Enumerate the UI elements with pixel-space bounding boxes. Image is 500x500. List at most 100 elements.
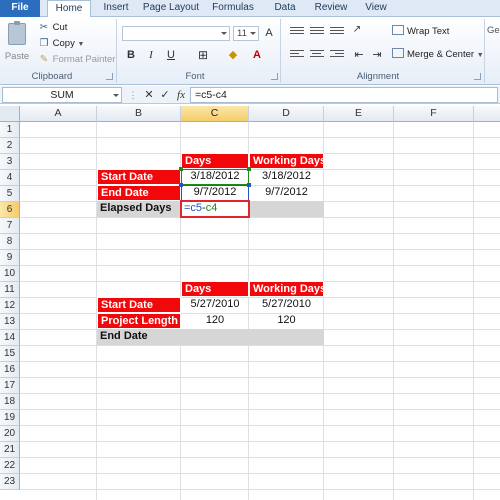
column-header-partial[interactable] [474, 106, 500, 122]
column-header-c[interactable]: C [181, 106, 249, 122]
row-header-17[interactable]: 17 [0, 378, 20, 394]
cell-c13-length-days[interactable]: 120 [181, 313, 249, 329]
tab-file[interactable]: File [0, 0, 40, 17]
cell-c11-days-header[interactable]: Days [181, 281, 249, 297]
cell-b6-elapsed-days-label[interactable]: Elapsed Days [97, 201, 181, 217]
copy-button[interactable]: ❐ Copy ▼ [38, 37, 85, 51]
formula-input[interactable] [190, 87, 498, 103]
number-format-combo[interactable]: Ge [487, 25, 500, 36]
row-header-14[interactable]: 14 [0, 330, 20, 346]
cell-d5-end-working[interactable]: 9/7/2012 [249, 185, 324, 201]
cell-d13-length-working[interactable]: 120 [249, 313, 324, 329]
enter-formula-button[interactable]: ✓ [158, 87, 172, 103]
cell-d4-start-working[interactable]: 3/18/2012 [249, 169, 324, 185]
cancel-formula-button[interactable]: ✕ [142, 87, 156, 103]
insert-function-button[interactable]: fx [174, 87, 188, 103]
tab-home[interactable]: Home [47, 0, 91, 18]
column-header-f[interactable]: F [394, 106, 474, 122]
italic-button[interactable]: I [144, 48, 158, 62]
paste-button[interactable]: Paste [4, 21, 30, 65]
cell-b13-project-length-label[interactable]: Project Length [97, 313, 181, 329]
clipboard-launcher-icon[interactable] [106, 73, 113, 80]
decrease-indent-icon[interactable]: ⇤ [352, 48, 366, 62]
merge-center-button[interactable]: Merge & Center ▼ [392, 48, 484, 62]
tab-page-layout[interactable]: Page Layout [140, 0, 202, 17]
cell-c14-end-days[interactable] [181, 329, 249, 345]
row-header-15[interactable]: 15 [0, 346, 20, 362]
drag-handle-icon[interactable]: ⋮ [126, 87, 140, 103]
cell-d11-working-days-header[interactable]: Working Days [249, 281, 324, 297]
tab-review[interactable]: Review [311, 0, 351, 17]
row-header-22[interactable]: 22 [0, 458, 20, 474]
reference-handle[interactable] [179, 167, 183, 171]
row-header-1[interactable]: 1 [0, 122, 20, 138]
orientation-icon[interactable]: ↗ [350, 23, 364, 37]
gridline-horizontal [20, 377, 500, 378]
bold-button[interactable]: B [124, 48, 138, 62]
row-header-4[interactable]: 4 [0, 170, 20, 186]
cell-d3-working-days-header[interactable]: Working Days [249, 153, 324, 169]
row-header-20[interactable]: 20 [0, 426, 20, 442]
column-header-e[interactable]: E [324, 106, 394, 122]
row-header-7[interactable]: 7 [0, 218, 20, 234]
cell-b12-start-date-label[interactable]: Start Date [97, 297, 181, 313]
row-header-11[interactable]: 11 [0, 282, 20, 298]
cell-b4-start-date-label[interactable]: Start Date [97, 169, 181, 185]
borders-icon[interactable]: ⊞ [196, 48, 210, 62]
row-header-6[interactable]: 6 [0, 202, 20, 218]
font-name-combo[interactable] [122, 26, 230, 41]
tab-formulas[interactable]: Formulas [208, 0, 258, 17]
column-header-a[interactable]: A [20, 106, 97, 122]
column-header-d[interactable]: D [249, 106, 324, 122]
align-center-icon[interactable] [310, 48, 324, 60]
alignment-launcher-icon[interactable] [474, 73, 481, 80]
tab-view[interactable]: View [360, 0, 392, 17]
underline-button[interactable]: U [164, 48, 178, 62]
tab-data[interactable]: Data [268, 0, 302, 17]
paste-label: Paste [4, 51, 30, 62]
row-header-9[interactable]: 9 [0, 250, 20, 266]
align-bottom-icon[interactable] [330, 25, 344, 37]
row-header-5[interactable]: 5 [0, 186, 20, 202]
row-header-2[interactable]: 2 [0, 138, 20, 154]
row-header-12[interactable]: 12 [0, 298, 20, 314]
format-painter-button[interactable]: ✎ Format Painter [38, 53, 116, 67]
cell-c3-days-header[interactable]: Days [181, 153, 249, 169]
group-separator [280, 19, 281, 83]
cell-c12-start-days[interactable]: 5/27/2010 [181, 297, 249, 313]
row-header-13[interactable]: 13 [0, 314, 20, 330]
tab-insert[interactable]: Insert [97, 0, 135, 17]
cell-c6-editing[interactable]: =c5-c4 [180, 200, 250, 218]
cell-b5-end-date-label[interactable]: End Date [97, 185, 181, 201]
reference-handle[interactable] [247, 167, 251, 171]
font-size-combo[interactable]: 11 [233, 26, 259, 41]
align-left-icon[interactable] [290, 48, 304, 60]
font-launcher-icon[interactable] [271, 73, 278, 80]
align-top-icon[interactable] [290, 25, 304, 37]
fill-color-icon[interactable]: ◆ [226, 48, 240, 62]
wrap-text-button[interactable]: Wrap Text [392, 25, 449, 39]
cell-d14-end-working[interactable] [249, 329, 324, 345]
cell-d6-elapsed-working[interactable] [249, 201, 324, 217]
row-header-23[interactable]: 23 [0, 474, 20, 490]
row-header-19[interactable]: 19 [0, 410, 20, 426]
increase-indent-icon[interactable]: ⇥ [370, 48, 384, 62]
row-header-3[interactable]: 3 [0, 154, 20, 170]
row-header-21[interactable]: 21 [0, 442, 20, 458]
row-header-18[interactable]: 18 [0, 394, 20, 410]
name-box[interactable]: SUM [2, 87, 122, 103]
row-header-8[interactable]: 8 [0, 234, 20, 250]
select-all-corner[interactable] [0, 106, 20, 122]
grow-font-icon[interactable]: A [262, 26, 276, 40]
reference-handle[interactable] [247, 183, 251, 187]
row-header-10[interactable]: 10 [0, 266, 20, 282]
cell-d12-start-working[interactable]: 5/27/2010 [249, 297, 324, 313]
align-middle-icon[interactable] [310, 25, 324, 37]
align-right-icon[interactable] [330, 48, 344, 60]
cut-button[interactable]: ✂ Cut [38, 21, 68, 35]
cell-b14-end-date-label[interactable]: End Date [97, 329, 181, 345]
column-header-b[interactable]: B [97, 106, 181, 122]
row-header-16[interactable]: 16 [0, 362, 20, 378]
reference-handle[interactable] [179, 183, 183, 187]
font-color-icon[interactable]: A [250, 48, 264, 62]
